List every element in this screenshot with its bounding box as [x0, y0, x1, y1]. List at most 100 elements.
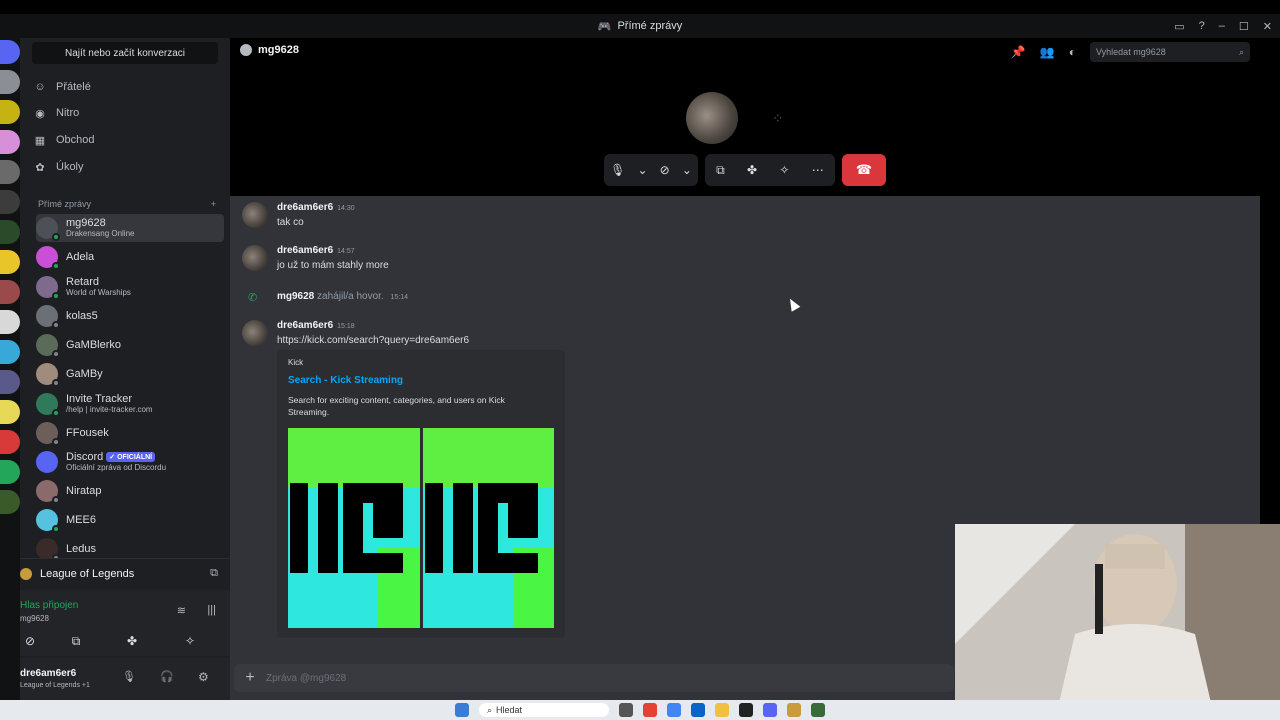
server-icon[interactable]	[0, 250, 20, 274]
help-icon[interactable]: ?	[1199, 20, 1205, 32]
embed-title[interactable]: Search - Kick Streaming	[288, 375, 403, 386]
avatar	[36, 422, 60, 446]
dm-name: kolas5	[66, 310, 98, 322]
server-icon[interactable]	[0, 310, 20, 334]
profile-icon[interactable]: ◐	[1069, 45, 1076, 59]
server-icon[interactable]	[0, 400, 20, 424]
voice-wave-icon[interactable]: ≋	[177, 604, 186, 617]
activities-button[interactable]: ✤	[112, 630, 152, 652]
league-icon	[20, 567, 32, 580]
chevron-down-icon[interactable]: ⌄	[637, 163, 647, 177]
soundboard-button[interactable]: ✧	[170, 630, 210, 652]
loading-icon: ⁘	[772, 110, 784, 126]
voice-channel[interactable]: mg9628	[20, 614, 49, 623]
chat-search-input[interactable]: Vyhledat mg9628 ⌕	[1090, 42, 1250, 62]
status-dot	[52, 292, 60, 300]
share-screen-button[interactable]: ⧉	[56, 630, 96, 652]
message-composer[interactable]: + Zpráva @mg9628	[234, 664, 954, 692]
status-dot	[52, 233, 60, 241]
discord-taskbar-icon[interactable]	[763, 703, 777, 717]
server-icon[interactable]	[0, 370, 20, 394]
hang-up-button[interactable]: ☎	[842, 154, 886, 186]
noise-icon[interactable]: |||	[207, 604, 216, 616]
nav-shop[interactable]: ▦ Obchod	[34, 129, 95, 151]
dm-item-discord[interactable]: Discord ✓ OFICIÁLNÍ Oficiální zpráva od Di…	[36, 448, 224, 476]
league-taskbar-icon[interactable]	[787, 703, 801, 717]
add-friends-icon[interactable]: 👥	[1040, 45, 1055, 59]
dm-item-kolas5[interactable]: kolas5	[36, 302, 224, 330]
task-view-icon[interactable]	[619, 703, 633, 717]
screen-share-icon[interactable]: ⧉	[210, 567, 218, 580]
avatar[interactable]	[242, 245, 268, 271]
camera-off-button[interactable]: ⊘	[10, 630, 50, 652]
home-button[interactable]	[0, 40, 20, 64]
find-conversation-button[interactable]: Najít nebo začít konverzaci	[32, 42, 218, 64]
dm-item-mee6[interactable]: MEE6	[36, 506, 224, 534]
maximize-button[interactable]: ☐	[1239, 20, 1249, 33]
shop-icon: ▦	[34, 134, 46, 147]
server-icon[interactable]	[0, 460, 20, 484]
app-icon[interactable]	[739, 703, 753, 717]
outlook-icon[interactable]	[691, 703, 705, 717]
close-button[interactable]: ✕	[1263, 20, 1272, 33]
mic-icon[interactable]: 🎙	[122, 670, 136, 683]
status-dot	[52, 496, 60, 504]
message-time: 14:30	[337, 205, 355, 212]
nav-quests[interactable]: ✿ Úkoly	[34, 156, 83, 178]
chat-header: mg9628	[240, 44, 299, 56]
embed-image[interactable]	[288, 428, 554, 628]
start-icon[interactable]	[455, 703, 469, 717]
camera-off-icon[interactable]: ⊘	[660, 163, 670, 177]
message-author[interactable]: dre6am6er6 14:30	[277, 202, 355, 213]
dm-item-ffousek[interactable]: FFousek	[36, 419, 224, 447]
settings-icon[interactable]: ⚙	[198, 670, 209, 684]
server-icon[interactable]	[0, 100, 20, 124]
attach-plus-icon[interactable]: +	[234, 669, 266, 687]
dm-item-adela[interactable]: Adela	[36, 243, 224, 271]
message-author[interactable]: dre6am6er6 14:57	[277, 245, 355, 256]
inbox-icon[interactable]: ▭	[1174, 20, 1184, 33]
server-icon[interactable]	[0, 340, 20, 364]
activities-icon[interactable]: ✤	[747, 163, 757, 177]
soundboard-icon[interactable]: ✧	[779, 163, 789, 177]
dm-sidebar: Najít nebo začít konverzaci ☺ Přátelé ◉ …	[20, 38, 230, 700]
pin-icon[interactable]: 📌	[1011, 45, 1026, 59]
share-screen-icon[interactable]: ⧉	[716, 163, 725, 178]
server-icon[interactable]	[0, 490, 20, 514]
server-icon[interactable]	[0, 130, 20, 154]
server-icon[interactable]	[0, 220, 20, 244]
chrome-icon[interactable]	[643, 703, 657, 717]
dm-item-invite-tracker[interactable]: Invite Tracker/help | invite-tracker.com	[36, 390, 224, 418]
avatar[interactable]	[242, 202, 268, 228]
activity-bar[interactable]: League of Legends ⧉	[20, 558, 230, 588]
nav-friends[interactable]: ☺ Přátelé	[34, 76, 90, 98]
server-icon[interactable]	[0, 70, 20, 94]
nav-nitro[interactable]: ◉ Nitro	[34, 102, 79, 124]
server-icon[interactable]	[0, 160, 20, 184]
mic-icon[interactable]: 🎙	[610, 163, 625, 177]
message-link[interactable]: https://kick.com/search?query=dre6am6er6	[277, 335, 469, 346]
username[interactable]: dre6am6er6	[20, 668, 76, 679]
dm-item-retard[interactable]: Retard World of Warships	[36, 273, 224, 301]
server-icon[interactable]	[0, 190, 20, 214]
minimize-button[interactable]: –	[1219, 20, 1225, 32]
status-dot	[52, 321, 60, 329]
create-dm-button[interactable]: +	[211, 199, 216, 209]
server-icon[interactable]	[0, 430, 20, 454]
message-text: jo už to mám stahly more	[277, 260, 389, 271]
dm-item-gamby[interactable]: GaMBy	[36, 360, 224, 388]
hang-up-icon: ☎	[855, 162, 873, 177]
server-icon[interactable]	[0, 280, 20, 304]
folder-icon[interactable]	[715, 703, 729, 717]
taskbar-search[interactable]: ⌕ Hledat	[479, 703, 609, 717]
dm-item-niratap[interactable]: Niratap	[36, 477, 224, 505]
app-icon[interactable]	[811, 703, 825, 717]
avatar[interactable]	[242, 320, 268, 346]
dm-item-mg9628[interactable]: mg9628 Drakensang Online	[36, 214, 224, 242]
headphones-icon[interactable]: 🎧	[160, 670, 174, 683]
dm-item-gamblerko[interactable]: GaMBlerko	[36, 331, 224, 359]
google-icon[interactable]	[667, 703, 681, 717]
more-icon[interactable]: ⋯	[812, 163, 824, 177]
chevron-down-icon[interactable]: ⌄	[682, 163, 692, 177]
message-author[interactable]: dre6am6er6 15:18	[277, 320, 355, 331]
